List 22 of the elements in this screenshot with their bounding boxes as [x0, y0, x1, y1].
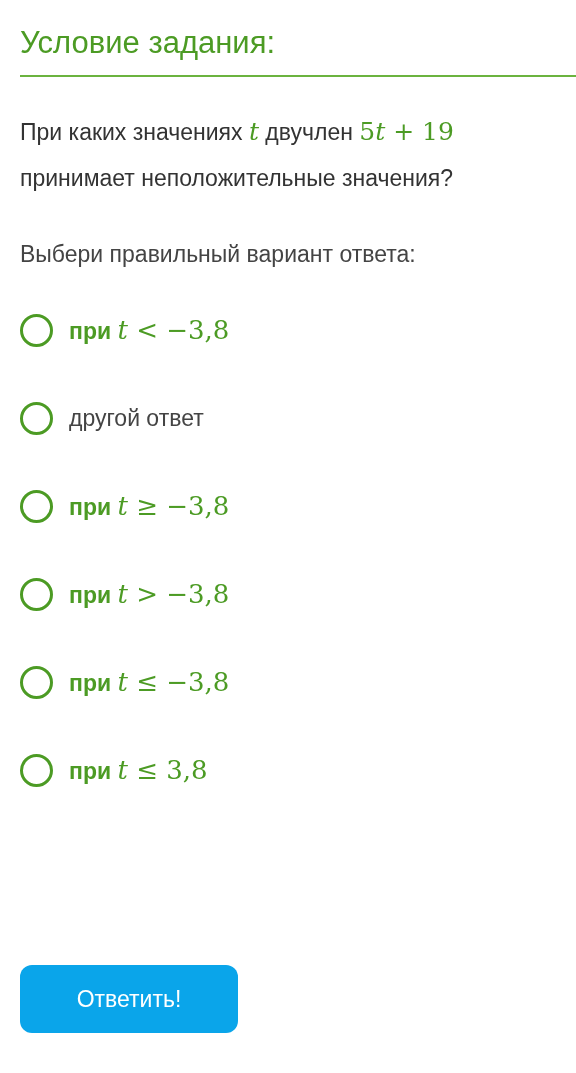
prompt-text: Выбери правильный вариант ответа:	[20, 239, 417, 269]
option-label: другой ответ	[69, 404, 204, 433]
option-label: при t > −3,8	[69, 577, 230, 611]
option-label: при t < −3,8	[69, 313, 230, 347]
answer-option[interactable]: при t ≥ −3,8	[20, 487, 230, 526]
section-title: Условие задания:	[20, 24, 576, 77]
radio-button[interactable]	[20, 489, 53, 523]
option-label: при t ≥ −3,8	[69, 489, 230, 523]
radio-button[interactable]	[20, 753, 53, 787]
submit-button[interactable]: Ответить!	[20, 965, 238, 1033]
answer-option[interactable]: при t > −3,8	[20, 575, 230, 614]
answer-option[interactable]: при t < −3,8	[20, 311, 230, 350]
radio-button[interactable]	[20, 401, 53, 435]
option-label: при t ≤ 3,8	[69, 753, 208, 787]
answer-option[interactable]: при t ≤ 3,8	[20, 751, 208, 790]
radio-button[interactable]	[20, 313, 53, 347]
answer-option[interactable]: при t ≤ −3,8	[20, 663, 230, 702]
question-text: При каких значениях t двучлен 5t + 19 принимает неположительные значения?	[20, 115, 455, 193]
radio-button[interactable]	[20, 665, 53, 699]
radio-button[interactable]	[20, 577, 53, 611]
option-label: при t ≤ −3,8	[69, 665, 230, 699]
answer-option[interactable]: другой ответ	[20, 399, 204, 438]
